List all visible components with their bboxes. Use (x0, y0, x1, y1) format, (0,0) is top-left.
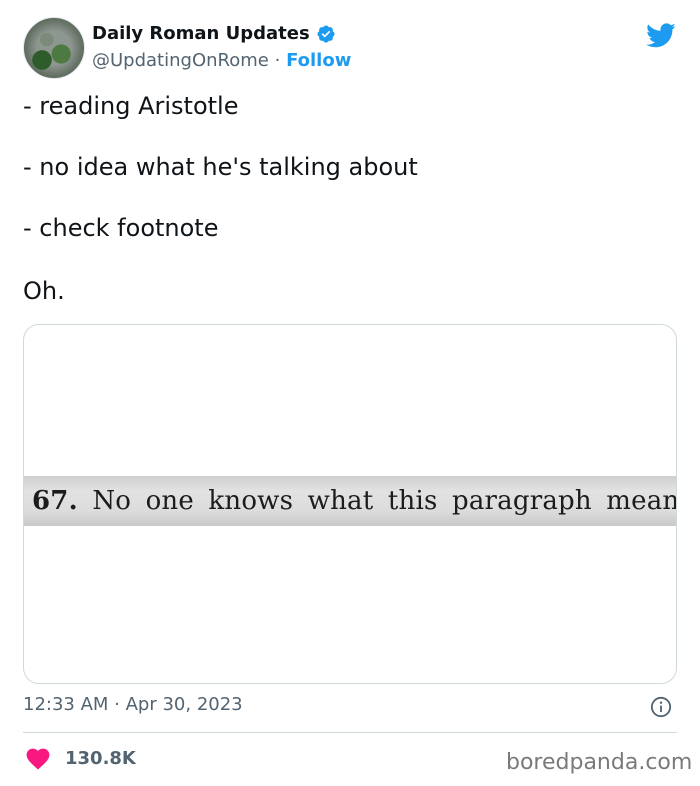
watermark: boredpanda.com (506, 750, 693, 775)
verified-badge-icon (317, 24, 335, 43)
tweet-line-3: - check footnote (23, 214, 219, 242)
tweet-card: Daily Roman Updates @UpdatingOnRome · Fo… (0, 0, 700, 786)
footnote-number: 67. (32, 486, 78, 516)
author-name-row: Daily Roman Updates (92, 23, 336, 44)
divider (23, 732, 677, 733)
tweet-line-2: - no idea what he's talking about (23, 153, 418, 181)
footnote-text: No one knows what this paragraph means. (92, 486, 677, 516)
follow-button[interactable]: Follow (286, 50, 351, 71)
footnote-line: 67. No one knows what this paragraph mea… (24, 486, 677, 516)
tweet-line-1: - reading Aristotle (23, 92, 239, 120)
like-action[interactable]: 130.8K (25, 746, 136, 770)
author-display-name[interactable]: Daily Roman Updates (92, 23, 310, 44)
tweet-timestamp[interactable]: 12:33 AM · Apr 30, 2023 (23, 694, 243, 715)
heart-icon[interactable] (25, 746, 51, 770)
avatar[interactable] (23, 17, 85, 79)
author-handle-row: @UpdatingOnRome · Follow (92, 50, 351, 71)
twitter-bird-icon[interactable] (644, 20, 678, 50)
tweet-line-4: Oh. (23, 277, 65, 305)
like-count: 130.8K (65, 747, 136, 769)
footnote-photo-strip: 67. No one knows what this paragraph mea… (24, 476, 676, 526)
tweet-media-image[interactable]: 67. No one knows what this paragraph mea… (23, 324, 677, 684)
handle-separator: · (274, 50, 281, 71)
info-icon[interactable] (650, 696, 672, 718)
author-handle[interactable]: @UpdatingOnRome (92, 50, 269, 71)
